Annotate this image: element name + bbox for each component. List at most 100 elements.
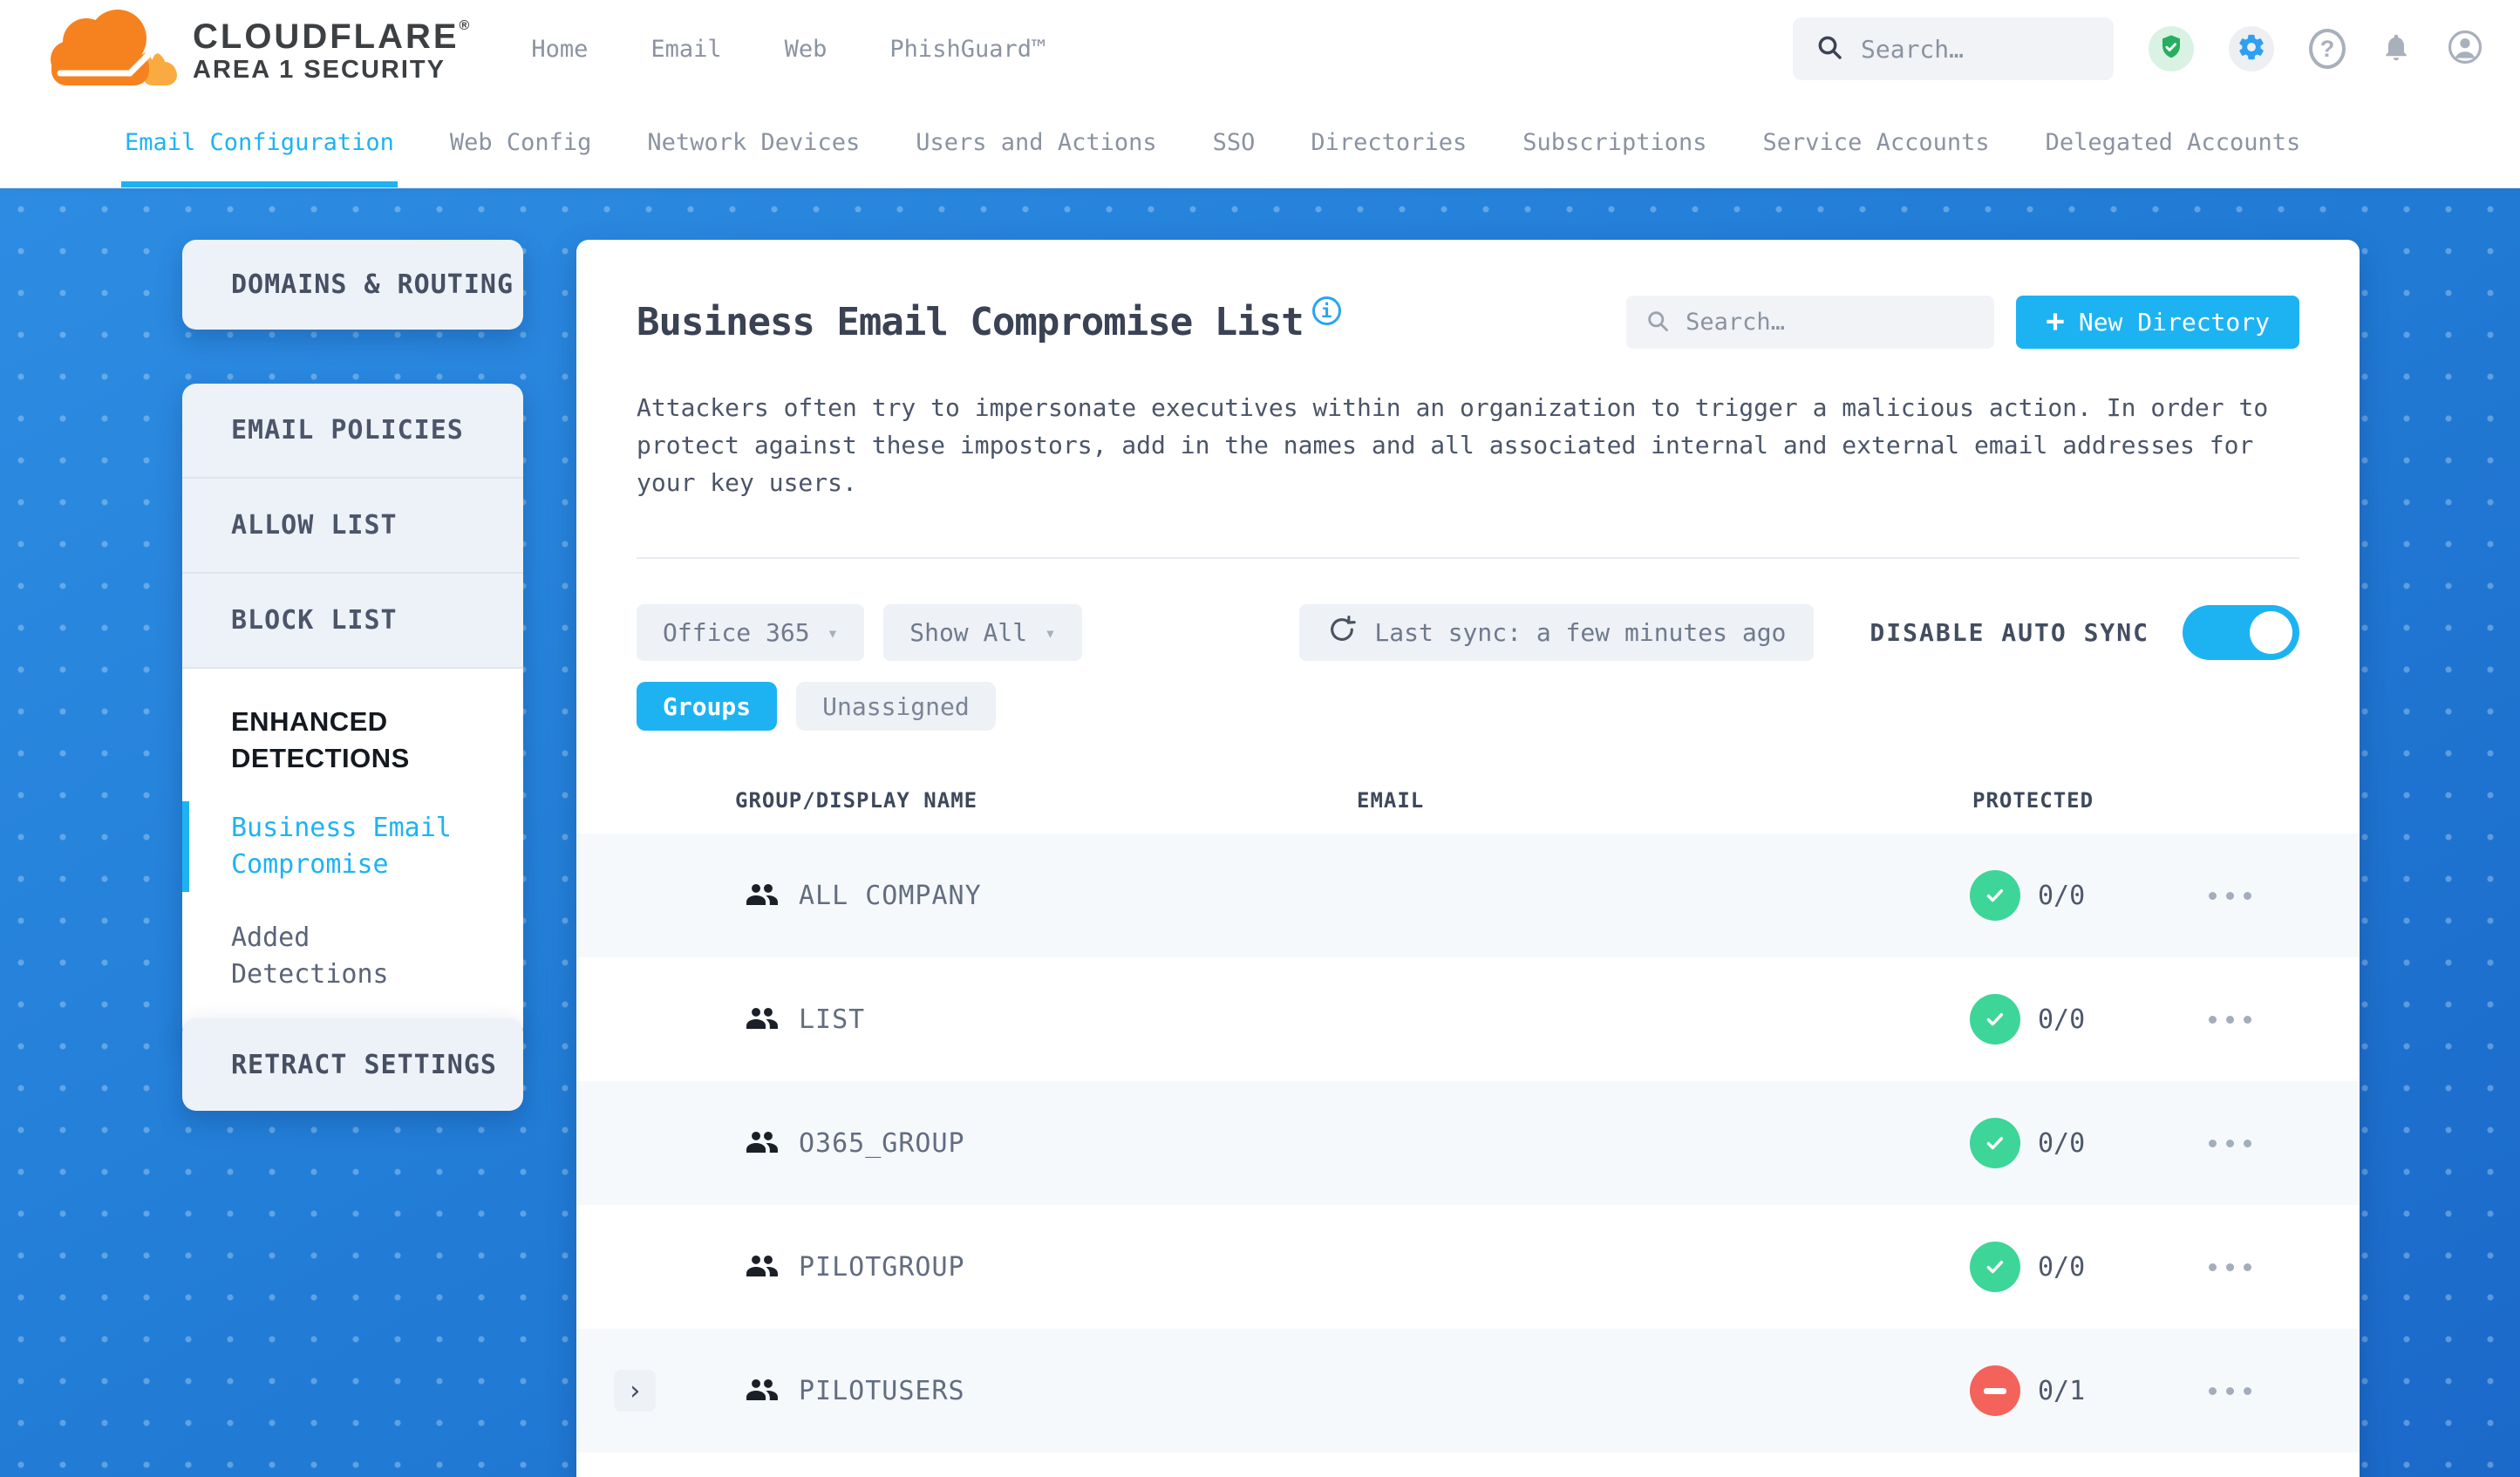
brand-name: CLOUDFLARE® [193, 17, 473, 56]
header-right: ? [1793, 17, 2483, 80]
help-button[interactable]: ? [2309, 29, 2346, 69]
expand-row-button[interactable]: › [614, 1370, 656, 1412]
list-tab[interactable]: Unassigned [796, 682, 996, 731]
column-header-group: GROUP/DISPLAY NAME [735, 788, 978, 813]
info-icon[interactable]: i [1311, 296, 1341, 325]
question-mark-icon: ? [2309, 29, 2346, 69]
sidebar-sub-item[interactable]: Added Detections [182, 916, 523, 997]
brand-text: CLOUDFLARE® AREA 1 SECURITY [193, 19, 472, 85]
section-tab[interactable]: SSO [1213, 98, 1256, 187]
group-name: O365_GROUP [799, 1127, 965, 1159]
section-tab[interactable]: Users and Actions [916, 98, 1156, 187]
list-search[interactable] [1626, 296, 1995, 349]
toggle-knob [2250, 611, 2292, 654]
primary-nav-item[interactable]: Email [650, 36, 721, 63]
check-icon [1986, 1261, 2004, 1274]
table-row: › PILOTUSERS 0/1 [576, 1329, 2360, 1453]
sidebar-item-label: RETRACT SETTINGS [231, 1049, 497, 1080]
table-header: GROUP/DISPLAY NAME EMAIL PROTECTED [576, 776, 2360, 834]
row-actions-button[interactable] [2209, 1386, 2251, 1395]
group-people-icon [743, 1000, 781, 1038]
group-people-icon [743, 876, 781, 915]
user-avatar-icon [2447, 30, 2483, 69]
gear-icon [2237, 32, 2266, 65]
status-badge [1970, 994, 2020, 1045]
settings-button[interactable] [2229, 26, 2274, 71]
primary-nav-item[interactable]: Web [785, 36, 828, 63]
protected-count: 0/0 [2038, 1251, 2086, 1283]
sidebar-item-retract-settings[interactable]: RETRACT SETTINGS [182, 1018, 523, 1111]
page-background: DOMAINS & ROUTING EMAIL POLICIES ALLOW LI… [0, 188, 2520, 1477]
global-search[interactable] [1793, 17, 2114, 80]
check-icon [1986, 1013, 2004, 1026]
group-name: PILOTGROUP [799, 1251, 965, 1283]
notifications-button[interactable] [2380, 31, 2412, 66]
sidebar-item[interactable]: ALLOW LIST [182, 479, 523, 574]
brand-subname: AREA 1 SECURITY [193, 56, 446, 84]
search-icon [1815, 33, 1843, 65]
section-tab[interactable]: Web Config [450, 98, 592, 187]
protected-count: 0/0 [2038, 1127, 2086, 1159]
section-tab[interactable]: Directories [1311, 98, 1467, 187]
check-icon [1986, 889, 2004, 902]
directory-filter-value: Office 365 [663, 618, 810, 647]
row-actions-button[interactable] [2209, 1015, 2251, 1024]
main-panel: Business Email Compromise List i + New D… [576, 240, 2360, 1477]
group-name: ALL COMPANY [799, 880, 982, 911]
sidebar-item[interactable]: BLOCK LIST [182, 574, 523, 669]
group-people-icon [743, 1124, 781, 1162]
account-button[interactable] [2447, 29, 2483, 69]
sidebar-item[interactable]: EMAIL POLICIES [182, 384, 523, 479]
row-actions-button[interactable] [2209, 1263, 2251, 1271]
chevron-down-icon: ▾ [827, 622, 839, 643]
protected-count: 0/0 [2038, 1004, 2086, 1035]
status-badge [1970, 1365, 2020, 1416]
section-tab[interactable]: Network Devices [647, 98, 860, 187]
section-tab[interactable]: Email Configuration [121, 98, 398, 187]
table-row: › PILOTGROUP 0/0 [576, 1205, 2360, 1329]
list-search-input[interactable] [1686, 309, 1976, 336]
last-sync-status: Last sync: a few minutes ago [1299, 604, 1815, 661]
section-tab[interactable]: Delegated Accounts [2046, 98, 2301, 187]
sidebar-item-domains-routing[interactable]: DOMAINS & ROUTING [182, 240, 523, 330]
new-directory-label: New Directory [2078, 308, 2270, 337]
auto-sync-toggle[interactable] [2183, 605, 2299, 660]
security-status-button[interactable] [2149, 26, 2194, 71]
primary-nav-item[interactable]: PhishGuard™ [889, 36, 1045, 63]
sidebar-section-enhanced-detections[interactable]: ENHANCED DETECTIONS Business Email Compr… [182, 669, 523, 1040]
show-filter-dropdown[interactable]: Show All ▾ [883, 604, 1082, 661]
group-people-icon [743, 1248, 781, 1286]
table-row: › ALL COMPANY 0/0 [576, 834, 2360, 957]
title-row: Business Email Compromise List i + New D… [637, 296, 2299, 349]
protected-cell: 0/1 [1970, 1365, 2085, 1416]
shield-check-icon [2157, 33, 2185, 65]
row-actions-button[interactable] [2209, 891, 2251, 900]
bell-icon [2380, 34, 2412, 66]
primary-nav: Home Email Web PhishGuard™ [531, 36, 1045, 63]
status-badge [1970, 1242, 2020, 1292]
list-tab[interactable]: Groups [637, 682, 778, 731]
directory-filter-dropdown[interactable]: Office 365 ▾ [637, 604, 865, 661]
group-people-icon [743, 1372, 781, 1410]
chevron-down-icon: ▾ [1045, 622, 1056, 643]
global-search-input[interactable] [1861, 34, 2091, 64]
chevron-right-icon: › [626, 1375, 644, 1406]
refresh-icon [1327, 615, 1357, 650]
row-actions-button[interactable] [2209, 1139, 2251, 1147]
group-name: LIST [799, 1004, 866, 1035]
column-header-email: EMAIL [1357, 788, 1425, 813]
sidebar-policies-card: EMAIL POLICIES ALLOW LIST BLOCK LIST ENHAN… [182, 384, 523, 1040]
section-tab[interactable]: Subscriptions [1522, 98, 1706, 187]
last-sync-text: Last sync: a few minutes ago [1374, 618, 1787, 647]
page-title: Business Email Compromise List [637, 300, 1304, 344]
section-tab[interactable]: Service Accounts [1763, 98, 1990, 187]
search-icon [1645, 309, 1670, 337]
groups-table: GROUP/DISPLAY NAME EMAIL PROTECTED › ALL… [576, 776, 2360, 1453]
check-icon [1986, 1137, 2004, 1150]
protected-cell: 0/0 [1970, 1118, 2085, 1168]
cloudflare-logo[interactable]: CLOUDFLARE® AREA 1 SECURITY [48, 3, 472, 94]
primary-nav-item[interactable]: Home [531, 36, 588, 63]
new-directory-button[interactable]: + New Directory [2016, 296, 2299, 349]
sidebar-sub-item[interactable]: Business Email Compromise [182, 800, 523, 892]
minus-icon [1984, 1387, 2006, 1394]
